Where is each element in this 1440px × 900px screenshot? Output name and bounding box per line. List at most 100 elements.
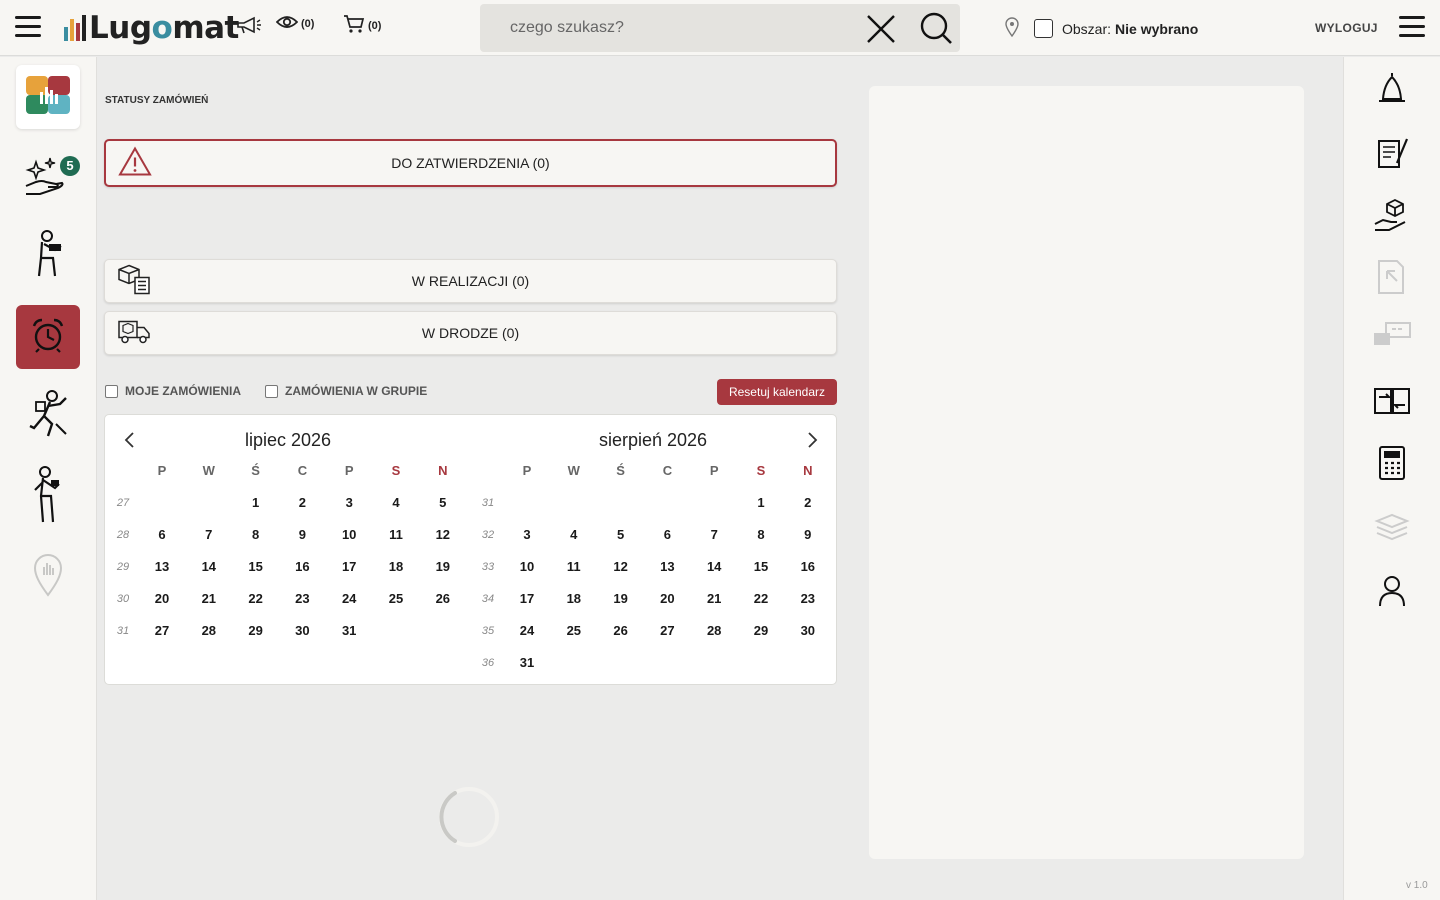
announcements-button[interactable] (236, 14, 262, 39)
sidebar-item-locations[interactable] (16, 545, 80, 609)
calendar-day[interactable]: 15 (738, 551, 784, 583)
document-sign-icon[interactable] (1372, 133, 1412, 173)
calendar-day[interactable]: 26 (598, 615, 644, 647)
logout-link[interactable]: WYLOGUJ (1315, 21, 1378, 35)
calendar-day[interactable]: 31 (504, 647, 550, 679)
sidebar-item-workers[interactable] (16, 225, 80, 289)
group-orders-filter[interactable]: ZAMÓWIENIA W GRUPIE (265, 384, 427, 398)
calendar-day[interactable]: 20 (139, 583, 185, 615)
calendar-day[interactable]: 21 (186, 583, 232, 615)
calendar-day[interactable]: 5 (598, 519, 644, 551)
calendar-day[interactable]: 23 (785, 583, 831, 615)
calendar-day[interactable]: 3 (504, 519, 550, 551)
calendar-day[interactable]: 15 (233, 551, 279, 583)
calendar-day[interactable]: 4 (373, 487, 419, 519)
document-return-icon[interactable] (1372, 257, 1412, 297)
user-profile-icon[interactable] (1372, 571, 1412, 611)
calendar-day[interactable]: 29 (233, 615, 279, 647)
calendar-day[interactable]: 12 (598, 551, 644, 583)
chevron-left-icon[interactable] (119, 429, 141, 451)
calendar-day[interactable]: 9 (785, 519, 831, 551)
close-icon[interactable] (865, 13, 897, 45)
calendar-day[interactable]: 6 (139, 519, 185, 551)
calendar-day[interactable]: 24 (504, 615, 550, 647)
calendar-day[interactable]: 2 (785, 487, 831, 519)
calendar-day[interactable]: 13 (644, 551, 690, 583)
app-logo[interactable]: Lugomat (64, 8, 239, 48)
calendar-day[interactable]: 27 (139, 615, 185, 647)
calendar-day[interactable]: 10 (326, 519, 372, 551)
calendar-day[interactable]: 25 (551, 615, 597, 647)
calendar-day[interactable]: 28 (186, 615, 232, 647)
calendar-day[interactable]: 19 (420, 551, 466, 583)
calendar-day[interactable]: 19 (598, 583, 644, 615)
calendar-day[interactable]: 17 (326, 551, 372, 583)
calendar-day[interactable]: 30 (279, 615, 325, 647)
calendar-day[interactable]: 7 (691, 519, 737, 551)
calendar-day[interactable]: 13 (139, 551, 185, 583)
calculator-icon[interactable] (1372, 443, 1412, 483)
search-input[interactable] (510, 4, 890, 52)
calendar-day[interactable]: 16 (279, 551, 325, 583)
calendar-day[interactable]: 29 (738, 615, 784, 647)
calendar-day[interactable]: 11 (373, 519, 419, 551)
exchange-arrows-icon[interactable] (1372, 381, 1412, 421)
calendar-day[interactable]: 23 (279, 583, 325, 615)
sidebar-item-offers[interactable]: 5 (16, 145, 80, 209)
my-orders-filter[interactable]: MOJE ZAMÓWIENIA (105, 384, 241, 398)
sidebar-item-order-statuses[interactable] (16, 305, 80, 369)
calendar-day[interactable]: 9 (279, 519, 325, 551)
calendar-day[interactable]: 26 (420, 583, 466, 615)
calendar-day[interactable]: 31 (326, 615, 372, 647)
main-menu-icon[interactable] (15, 16, 41, 38)
calendar-day[interactable]: 17 (504, 583, 550, 615)
calendar-day[interactable]: 6 (644, 519, 690, 551)
sidebar-item-team[interactable] (16, 465, 80, 529)
calendar-day[interactable]: 10 (504, 551, 550, 583)
sidebar-item-delivery[interactable] (16, 385, 80, 449)
calendar-day[interactable]: 12 (420, 519, 466, 551)
watched-button[interactable]: (0) (275, 14, 314, 33)
group-orders-checkbox[interactable] (265, 384, 278, 398)
calendar-day[interactable]: 21 (691, 583, 737, 615)
calendar-day[interactable]: 2 (279, 487, 325, 519)
location-pin-icon[interactable] (1004, 17, 1020, 40)
calendar-day[interactable]: 8 (738, 519, 784, 551)
hand-package-icon[interactable] (1372, 195, 1412, 235)
calendar-day[interactable]: 24 (326, 583, 372, 615)
calendar-day[interactable]: 18 (551, 583, 597, 615)
calendar-day[interactable]: 16 (785, 551, 831, 583)
status-in-progress-button[interactable]: W REALIZACJI (0) (104, 259, 837, 303)
calendar-day[interactable]: 22 (738, 583, 784, 615)
status-in-transit-button[interactable]: W DRODZE (0) (104, 311, 837, 355)
calendar-day[interactable]: 28 (691, 615, 737, 647)
calendar-day[interactable]: 11 (551, 551, 597, 583)
area-checkbox[interactable] (1034, 19, 1053, 38)
calendar-day[interactable]: 30 (785, 615, 831, 647)
calendar-day[interactable]: 4 (551, 519, 597, 551)
calendar-day[interactable]: 7 (186, 519, 232, 551)
calendar-day[interactable]: 22 (233, 583, 279, 615)
calendar-day[interactable]: 18 (373, 551, 419, 583)
calendar-day[interactable]: 25 (373, 583, 419, 615)
calendar-day[interactable]: 1 (233, 487, 279, 519)
cart-button[interactable]: (0) (343, 14, 381, 37)
calendar-day[interactable]: 5 (420, 487, 466, 519)
bell-icon[interactable] (1372, 69, 1412, 109)
calendar-day[interactable]: 3 (326, 487, 372, 519)
calendar-day[interactable]: 8 (233, 519, 279, 551)
search-icon[interactable] (918, 10, 954, 46)
right-menu-icon[interactable] (1399, 16, 1425, 38)
reset-calendar-button[interactable]: Resetuj kalendarz (717, 379, 837, 405)
calendar-day[interactable]: 20 (644, 583, 690, 615)
calendar-day[interactable]: 27 (644, 615, 690, 647)
calendar-day[interactable]: 1 (738, 487, 784, 519)
calendar-day[interactable]: 14 (691, 551, 737, 583)
sidebar-item-dashboard[interactable] (16, 65, 80, 129)
my-orders-checkbox[interactable] (105, 384, 118, 398)
stack-layers-icon[interactable] (1372, 507, 1412, 547)
status-pending-button[interactable]: DO ZATWIERDZENIA (0) (104, 139, 837, 187)
calendar-day[interactable]: 14 (186, 551, 232, 583)
chat-bubbles-icon[interactable] (1372, 317, 1412, 357)
chevron-right-icon[interactable] (801, 429, 823, 451)
